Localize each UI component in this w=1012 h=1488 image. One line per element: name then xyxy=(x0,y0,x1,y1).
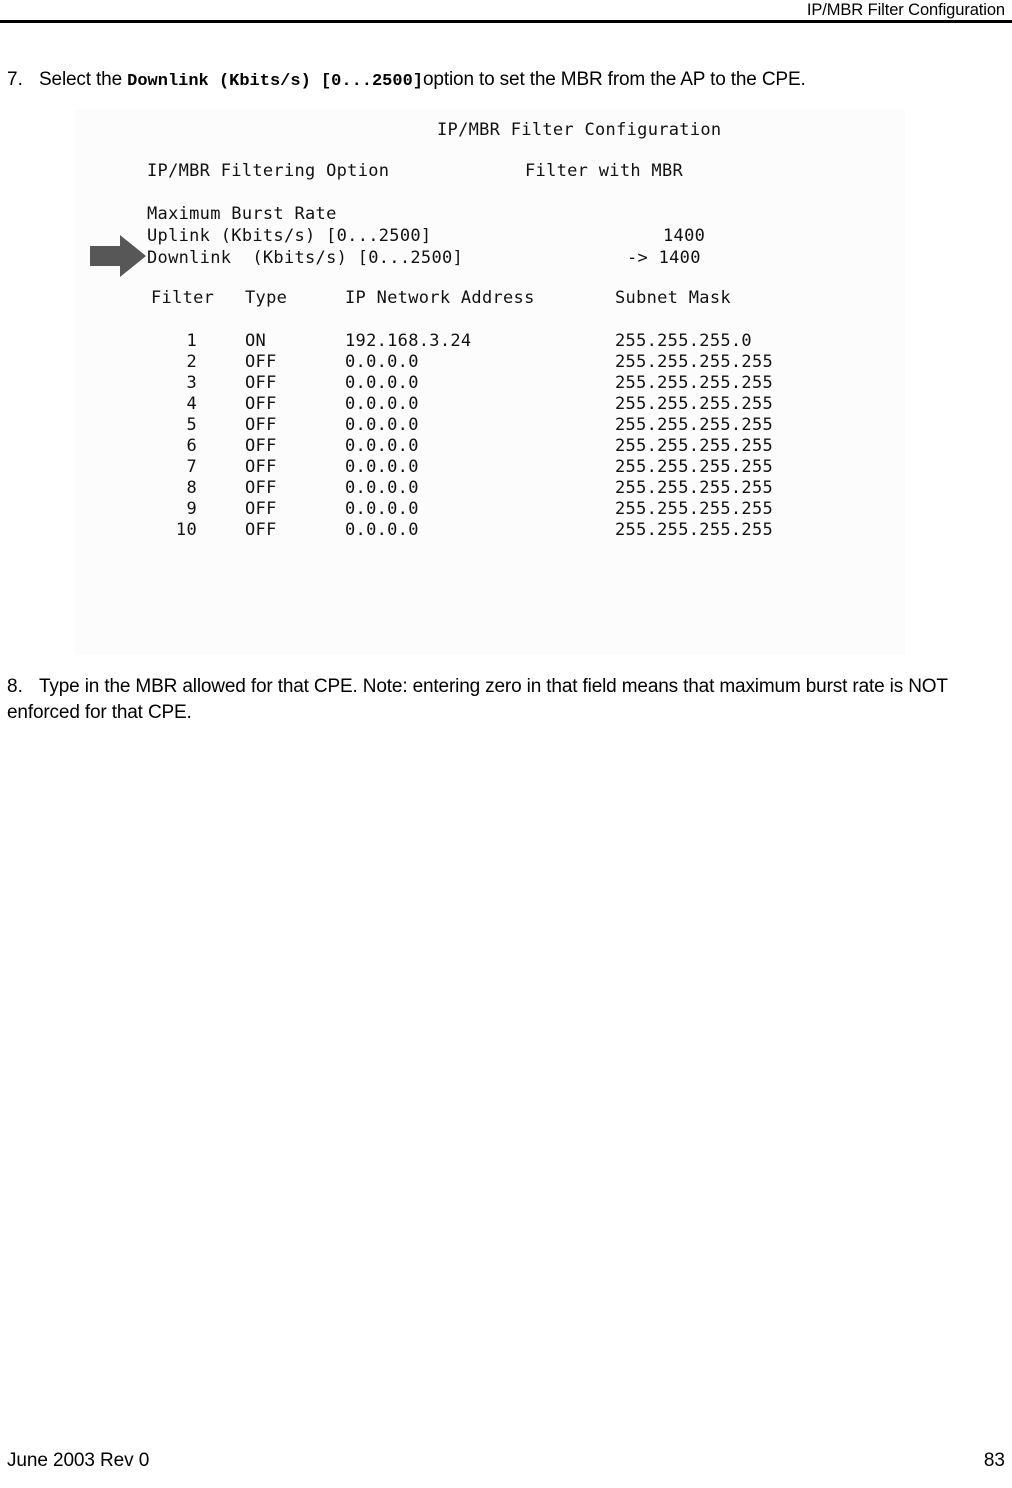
running-header-title: IP/MBR Filter Configuration xyxy=(806,1,1005,19)
cell-ip: 0.0.0.0 xyxy=(345,394,419,414)
terminal-maximum-burst-rate-heading: Maximum Burst Rate xyxy=(147,204,337,224)
cell-type: OFF xyxy=(245,352,277,372)
cell-type: OFF xyxy=(245,499,277,519)
step-text-7: Select the Downlink (Kbits/s) [0...2500]… xyxy=(39,69,806,91)
step-text-8: Type in the MBR allowed for that CPE. No… xyxy=(7,676,948,723)
footer-revision-text: June 2003 Rev 0 xyxy=(7,1450,150,1471)
cell-ip: 0.0.0.0 xyxy=(345,457,419,477)
table-row[interactable]: 6 OFF 0.0.0.0 255.255.255.255 xyxy=(147,436,887,457)
cell-mask: 255.255.255.255 xyxy=(615,352,774,372)
cell-ip: 0.0.0.0 xyxy=(345,436,419,456)
cell-mask: 255.255.255.255 xyxy=(615,457,774,477)
cell-ip: 0.0.0.0 xyxy=(345,352,419,372)
cell-filter: 5 xyxy=(186,415,197,435)
cell-ip: 0.0.0.0 xyxy=(345,520,419,540)
table-row[interactable]: 9 OFF 0.0.0.0 255.255.255.255 xyxy=(147,499,887,520)
terminal-filtering-option-value[interactable]: Filter with MBR xyxy=(525,161,683,182)
cell-filter: 2 xyxy=(186,352,197,372)
cell-type: OFF xyxy=(245,520,277,540)
cell-filter: 3 xyxy=(186,373,197,393)
step-7-mono-option: Downlink (Kbits/s) [0...2500] xyxy=(127,72,423,91)
table-row[interactable]: 2 OFF 0.0.0.0 255.255.255.255 xyxy=(147,352,887,373)
cell-filter: 10 xyxy=(175,520,197,540)
terminal-screenshot-figure: IP/MBR Filter Configuration IP/MBR Filte… xyxy=(75,110,905,655)
header-horizontal-rule xyxy=(0,20,1012,23)
table-header-row: Filter Type IP Network Address Subnet Ma… xyxy=(147,288,887,309)
cell-type: OFF xyxy=(245,436,277,456)
cell-mask: 255.255.255.255 xyxy=(615,520,774,540)
step-7-text-after: option to set the MBR from the AP to the… xyxy=(423,69,806,90)
cell-filter: 1 xyxy=(186,331,197,351)
cell-filter: 7 xyxy=(186,457,197,477)
terminal-filter-table: Filter Type IP Network Address Subnet Ma… xyxy=(147,288,887,541)
cell-mask: 255.255.255.255 xyxy=(615,373,774,393)
cell-type: OFF xyxy=(245,415,277,435)
cell-mask: 255.255.255.255 xyxy=(615,436,774,456)
cell-filter: 9 xyxy=(186,499,197,519)
terminal-uplink-value[interactable]: 1400 xyxy=(663,226,705,247)
terminal-uplink-label: Uplink (Kbits/s) [0...2500] xyxy=(147,226,432,246)
cell-ip: 0.0.0.0 xyxy=(345,373,419,393)
cell-ip: 0.0.0.0 xyxy=(345,415,419,435)
column-header-ip-network-address: IP Network Address xyxy=(345,288,535,308)
table-row[interactable]: 10 OFF 0.0.0.0 255.255.255.255 xyxy=(147,520,887,541)
step-number-8: 8. xyxy=(7,676,23,697)
cell-ip: 0.0.0.0 xyxy=(345,478,419,498)
table-row[interactable]: 3 OFF 0.0.0.0 255.255.255.255 xyxy=(147,373,887,394)
page-footer: June 2003 Rev 0 83 xyxy=(0,1448,1012,1478)
table-row[interactable]: 1 ON 192.168.3.24 255.255.255.0 xyxy=(147,331,887,352)
cell-ip: 192.168.3.24 xyxy=(345,331,472,351)
cell-mask: 255.255.255.255 xyxy=(615,415,774,435)
cell-filter: 6 xyxy=(186,436,197,456)
cell-ip: 0.0.0.0 xyxy=(345,499,419,519)
column-header-type: Type xyxy=(245,288,288,308)
table-row[interactable]: 4 OFF 0.0.0.0 255.255.255.255 xyxy=(147,394,887,415)
cell-type: OFF xyxy=(245,478,277,498)
table-row[interactable]: 5 OFF 0.0.0.0 255.255.255.255 xyxy=(147,415,887,436)
terminal-filtering-option-label: IP/MBR Filtering Option xyxy=(147,161,390,181)
terminal-downlink-label: Downlink (Kbits/s) [0...2500] xyxy=(147,248,464,268)
cell-type: ON xyxy=(245,331,267,351)
column-header-filter: Filter xyxy=(151,288,215,308)
right-arrow-icon xyxy=(90,235,146,277)
table-row[interactable]: 7 OFF 0.0.0.0 255.255.255.255 xyxy=(147,457,887,478)
cell-filter: 8 xyxy=(186,478,197,498)
cell-mask: 255.255.255.255 xyxy=(615,499,774,519)
cell-mask: 255.255.255.255 xyxy=(615,478,774,498)
step-item-7: 7. Select the Downlink (Kbits/s) [0...25… xyxy=(7,67,1007,95)
cell-mask: 255.255.255.255 xyxy=(615,394,774,414)
terminal-downlink-value[interactable]: -> 1400 xyxy=(627,248,701,269)
step-item-8: 8. Type in the MBR allowed for that CPE.… xyxy=(7,674,987,726)
table-row[interactable]: 8 OFF 0.0.0.0 255.255.255.255 xyxy=(147,478,887,499)
step-number-7: 7. xyxy=(7,69,23,90)
column-header-subnet-mask: Subnet Mask xyxy=(615,288,731,308)
page-header: IP/MBR Filter Configuration xyxy=(0,0,1012,24)
cell-type: OFF xyxy=(245,394,277,414)
cell-filter: 4 xyxy=(186,394,197,414)
cell-type: OFF xyxy=(245,457,277,477)
footer-page-number: 83 xyxy=(983,1450,1005,1471)
terminal-screen-title: IP/MBR Filter Configuration xyxy=(437,120,722,140)
cell-type: OFF xyxy=(245,373,277,393)
step-7-text-before: Select the xyxy=(39,69,128,90)
cell-mask: 255.255.255.0 xyxy=(615,331,752,351)
